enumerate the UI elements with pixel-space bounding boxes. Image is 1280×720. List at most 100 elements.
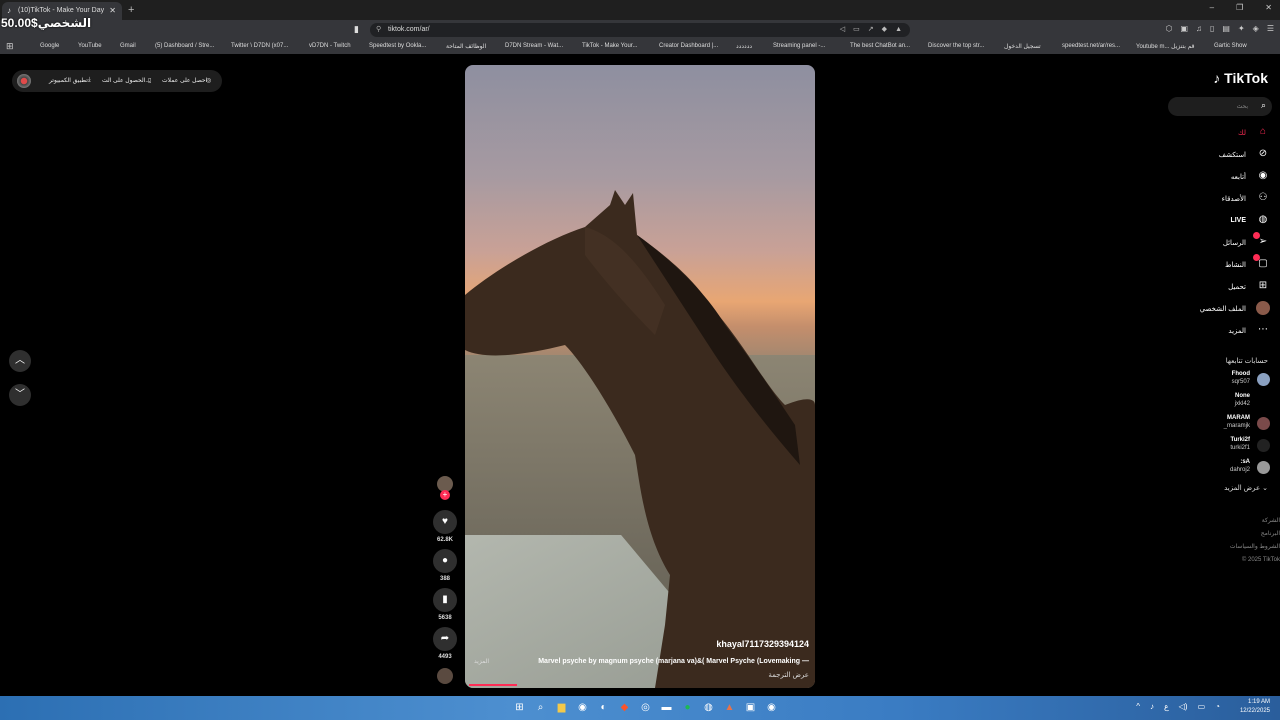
folder-icon[interactable]: ▆ <box>554 700 569 715</box>
bookmark-item[interactable]: Google <box>40 43 59 49</box>
screenshot-icon[interactable]: ▣ <box>1180 24 1188 33</box>
search-icon[interactable]: ⌕ <box>1261 100 1266 111</box>
see-more-link[interactable]: المزيد <box>474 658 489 665</box>
nav-label: تحميل <box>1228 284 1246 291</box>
close-window-icon[interactable]: ✕ <box>1265 3 1272 12</box>
desktop-app-link[interactable]: تطبيق الكمبيوتر <box>49 77 88 84</box>
bookmark-item[interactable]: The best ChatBot an... <box>850 43 910 49</box>
windows-start-icon[interactable]: ⊞ <box>512 700 527 715</box>
footer-links: الشركة البرنامج الشروط والسياسات © 2025 … <box>1160 515 1280 567</box>
bookmark-item[interactable]: Gartic Show <box>1214 43 1247 49</box>
minimize-icon[interactable]: – <box>1210 3 1214 12</box>
discord-icon[interactable]: ◎ <box>638 700 653 715</box>
leo-icon[interactable]: ✦ <box>1238 24 1245 33</box>
capcut-icon[interactable]: ◉ <box>764 700 779 715</box>
cast-icon[interactable]: ▭ <box>853 23 860 37</box>
footer-terms-link[interactable]: الشروط والسياسات <box>1160 541 1280 554</box>
sidebar-icon[interactable]: ▯ <box>1210 24 1214 33</box>
comment-button[interactable]: ● <box>433 549 457 573</box>
bookmark-item[interactable]: Twitter \ D7DN (x07... <box>231 43 288 49</box>
bookmark-item[interactable]: Streaming panel -... <box>773 43 825 49</box>
bookmark-item[interactable]: Discover the top str... <box>928 43 984 49</box>
comment-icon: ● <box>441 555 449 566</box>
new-tab-button[interactable]: + <box>128 2 134 18</box>
restore-icon[interactable]: ❐ <box>1236 3 1243 12</box>
see-more-accounts-button[interactable]: عرض المزيد ⌄ <box>1224 484 1268 492</box>
close-tab-icon[interactable]: ✕ <box>109 2 116 20</box>
share-arrow-icon: ➦ <box>440 633 450 644</box>
search-icon[interactable]: ⌕ <box>533 700 548 715</box>
chevron-up-icon[interactable]: ^ <box>1136 702 1140 711</box>
bookmark-item[interactable]: تسجيل الدخول <box>1004 43 1041 50</box>
extension-icon[interactable]: ⬡ <box>1165 24 1172 33</box>
media-icon[interactable]: ▬ <box>659 700 674 715</box>
chevron-up-icon: ︿ <box>15 355 25 366</box>
vpn-icon[interactable]: ◈ <box>1253 24 1259 33</box>
footer-program-link[interactable]: البرنامج <box>1160 528 1280 541</box>
volume-icon[interactable]: ◁) <box>1179 702 1188 711</box>
notification-icon[interactable]: ◔ <box>1215 702 1220 711</box>
see-more-label: عرض المزيد <box>1224 485 1261 492</box>
nav-label: لك <box>1237 130 1246 137</box>
bookmark-item[interactable]: الوظائف المتاحة <box>446 43 486 50</box>
get-coins-link[interactable]: احصل على عملات <box>162 77 207 84</box>
bookmark-item[interactable]: (5) Dashboard / Stre... <box>155 43 214 49</box>
bookmark-item[interactable]: speedtest.net/ar/res... <box>1062 43 1120 49</box>
mic-icon[interactable]: ♪ <box>1150 702 1154 711</box>
account-name: None <box>1235 393 1250 399</box>
previous-video-button[interactable]: ︿ <box>9 350 31 372</box>
bookmark-item[interactable]: vD7DN - Twitch <box>309 43 351 49</box>
music-icon[interactable]: ♫ <box>1196 24 1202 33</box>
following-icon: ◉ <box>1258 170 1268 181</box>
reading-list-icon[interactable]: ▤ <box>1222 24 1230 33</box>
video-progress-bar[interactable] <box>469 684 517 686</box>
avatar[interactable] <box>17 74 31 88</box>
spotify-icon[interactable]: ● <box>680 700 695 715</box>
brave-icon[interactable]: ◆ <box>617 700 632 715</box>
get-app-link[interactable]: الحصول على الت... <box>102 77 150 84</box>
menu-icon[interactable]: ☰ <box>1267 24 1274 33</box>
comment-count: 388 <box>439 576 450 582</box>
language-indicator[interactable]: ع <box>1164 702 1169 711</box>
more-icon: ⋯ <box>1258 324 1268 335</box>
bookmark-item[interactable]: Creator Dashboard |... <box>659 43 718 49</box>
save-button[interactable]: ▮ <box>433 588 457 612</box>
brave-shield-icon[interactable]: ◆ <box>882 23 887 37</box>
bookmark-page-icon[interactable]: ▮ <box>354 24 359 35</box>
music-disc[interactable] <box>437 668 453 684</box>
search-input[interactable]: بحث ⌕ <box>1168 97 1272 116</box>
terminal-icon[interactable]: ▣ <box>743 700 758 715</box>
bookmark-item[interactable]: YouTube <box>78 43 102 49</box>
mute-icon[interactable]: ◁ <box>840 23 845 37</box>
account-handle: _maramjk <box>1223 423 1250 429</box>
share-icon[interactable]: ↗ <box>868 23 874 37</box>
next-video-button[interactable]: ﹀ <box>9 384 31 406</box>
browser-extensions: ⬡ ▣ ♫ ▯ ▤ ✦ ◈ ☰ <box>1165 24 1274 33</box>
obs-icon[interactable]: ◍ <box>701 700 716 715</box>
bookmark-item[interactable]: Gmail <box>120 43 136 49</box>
apps-grid-icon[interactable]: ⊞ <box>6 41 14 52</box>
footer-company-link[interactable]: الشركة <box>1160 515 1280 528</box>
tiktok-logo[interactable]: ♪ TikTok <box>1213 70 1268 86</box>
avatar <box>1257 417 1270 430</box>
bookmark-item[interactable]: TikTok - Make Your... <box>582 43 637 49</box>
chrome-icon[interactable]: ◉ <box>575 700 590 715</box>
like-button[interactable]: ♥ <box>433 510 457 534</box>
messages-icon: ➢ <box>1258 236 1268 247</box>
office-icon[interactable]: ▲ <box>722 700 737 715</box>
follow-plus-icon[interactable]: + <box>440 490 450 500</box>
rewards-icon[interactable]: ▲ <box>895 23 902 37</box>
share-button[interactable]: ➦ <box>433 627 457 651</box>
video-author-username[interactable]: khayal7117329394124 <box>716 639 809 649</box>
bookmark-item[interactable]: Speedtest by Ookla... <box>369 43 426 49</box>
site-info-icon[interactable]: ⚲ <box>376 23 381 37</box>
video-player[interactable]: khayal7117329394124 Marvel psyche by mag… <box>465 65 815 688</box>
see-translation-link[interactable]: عرض الترجمة <box>768 671 809 679</box>
github-icon[interactable]: ◐ <box>596 700 611 715</box>
network-icon[interactable]: ▭ <box>1198 702 1206 711</box>
bookmark-item[interactable]: دددددد <box>736 43 752 50</box>
browser-tab-bar: ♪ (10)TikTok - Make Your Day ✕ + – ❐ ✕ <box>0 0 1280 20</box>
bookmark-item[interactable]: D7DN Stream - Wat... <box>505 43 563 49</box>
url-field[interactable]: ⚲ tiktok.com/ar/ ◁ ▭ ↗ ◆ ▲ <box>370 23 910 37</box>
bookmark-item[interactable]: Youtube m... قم بتنزيل <box>1136 43 1194 50</box>
